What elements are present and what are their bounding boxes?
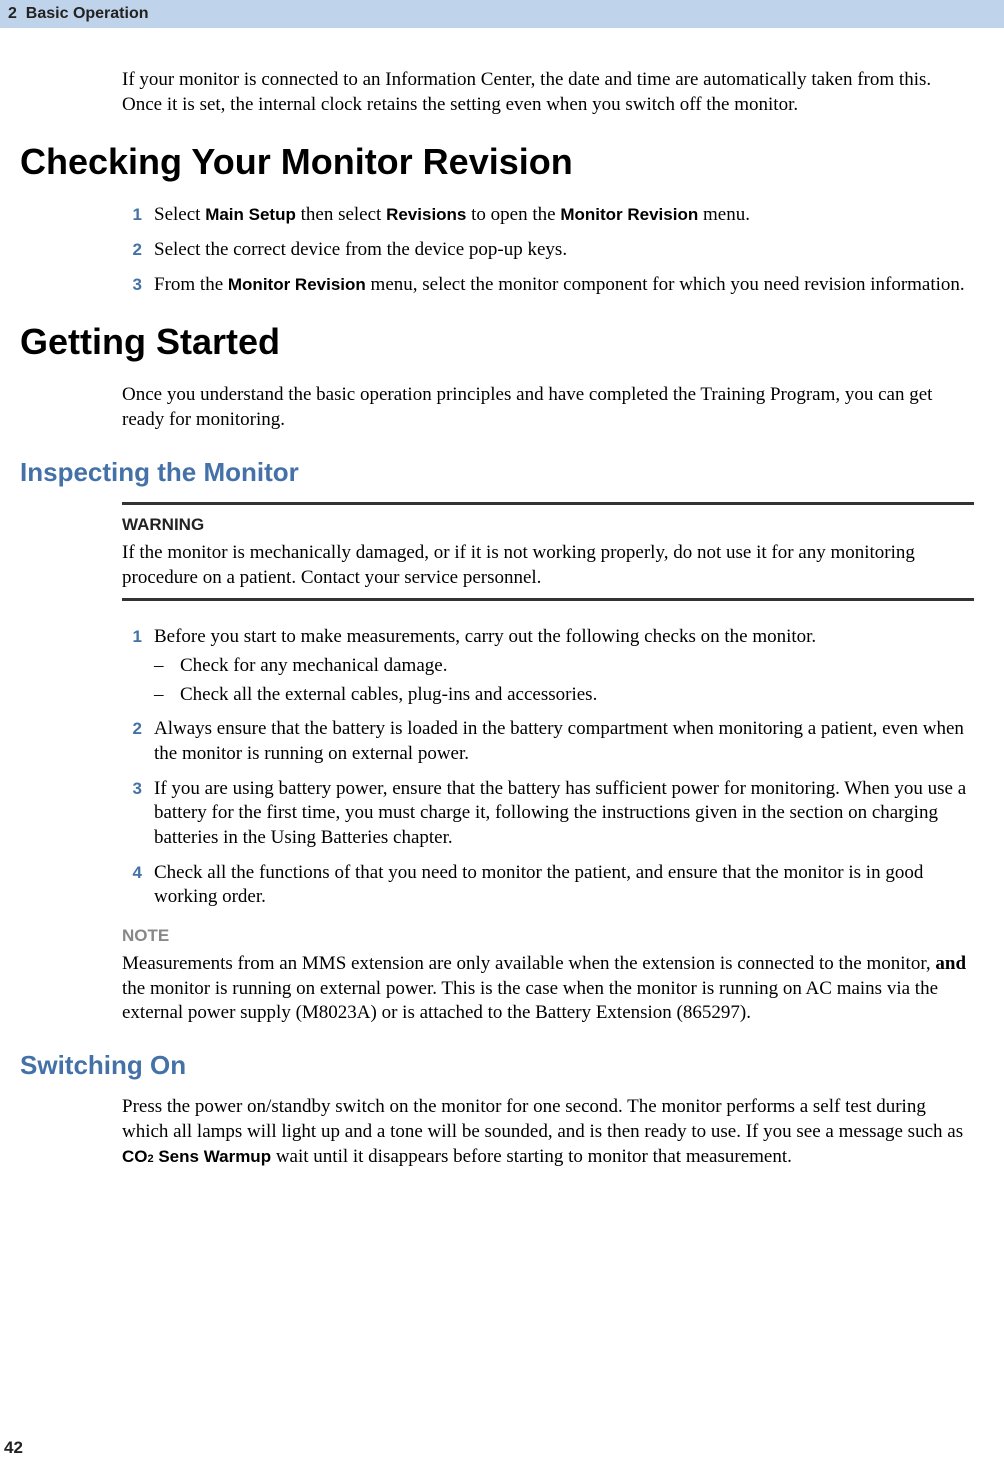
- list-number: 1: [122, 203, 154, 228]
- text-fragment: then select: [296, 204, 386, 225]
- text-fragment: wait until it disappears before starting…: [271, 1146, 792, 1167]
- list-item: 3 If you are using battery power, ensure…: [20, 777, 974, 851]
- text-fragment: Measurements from an MMS extension are o…: [122, 953, 935, 974]
- list-body: From the Monitor Revision menu, select t…: [154, 273, 974, 298]
- ui-label-revisions: Revisions: [386, 205, 466, 224]
- ui-label-co2: CO: [122, 1147, 148, 1166]
- sub-list-item: – Check for any mechanical damage.: [154, 654, 974, 679]
- page-number: 42: [4, 1438, 23, 1458]
- list-number: 3: [122, 273, 154, 298]
- ui-label-sens-warmup: Sens Warmup: [154, 1147, 271, 1166]
- subsection-heading-inspecting: Inspecting the Monitor: [20, 457, 984, 488]
- list-number: 2: [122, 717, 154, 766]
- note-label: NOTE: [122, 926, 984, 946]
- list-number: 2: [122, 238, 154, 263]
- chapter-number: 2: [8, 5, 17, 22]
- list-body: Before you start to make measurements, c…: [154, 625, 974, 650]
- section-heading-checking-revision: Checking Your Monitor Revision: [20, 141, 984, 183]
- getting-started-intro: Once you understand the basic operation …: [122, 383, 974, 432]
- text-fragment: Press the power on/standby switch on the…: [122, 1096, 963, 1142]
- text-fragment: menu, select the monitor component for w…: [366, 274, 965, 295]
- dash-bullet: –: [154, 654, 180, 679]
- list-body: Select the correct device from the devic…: [154, 238, 974, 263]
- subsection-heading-switching-on: Switching On: [20, 1050, 984, 1081]
- list-number: 4: [122, 861, 154, 910]
- intro-paragraph: If your monitor is connected to an Infor…: [122, 68, 974, 117]
- list-item: 1 Before you start to make measurements,…: [20, 625, 974, 650]
- text-fragment: From the: [154, 274, 228, 295]
- switching-on-text: Press the power on/standby switch on the…: [122, 1095, 974, 1169]
- sub-list-item: – Check all the external cables, plug-in…: [154, 683, 974, 708]
- sub-list-body: Check for any mechanical damage.: [180, 654, 974, 679]
- warning-rule-top: [122, 502, 974, 505]
- section-heading-getting-started: Getting Started: [20, 321, 984, 363]
- list-item: 2 Always ensure that the battery is load…: [20, 717, 974, 766]
- ui-label-main-setup: Main Setup: [205, 205, 296, 224]
- ui-label-monitor-revision: Monitor Revision: [560, 205, 698, 224]
- text-fragment: to open the: [466, 204, 560, 225]
- warning-rule-bottom: [122, 598, 974, 601]
- list-number: 1: [122, 625, 154, 650]
- list-body: Always ensure that the battery is loaded…: [154, 717, 974, 766]
- list-body: Check all the functions of that you need…: [154, 861, 974, 910]
- list-item: 3 From the Monitor Revision menu, select…: [20, 273, 974, 298]
- list-number: 3: [122, 777, 154, 851]
- chapter-header: 2 Basic Operation: [0, 0, 1004, 28]
- sub-list-body: Check all the external cables, plug-ins …: [180, 683, 974, 708]
- dash-bullet: –: [154, 683, 180, 708]
- chapter-title: Basic Operation: [26, 5, 149, 22]
- ui-label-monitor-revision: Monitor Revision: [228, 275, 366, 294]
- warning-label: WARNING: [122, 515, 984, 535]
- list-item: 2 Select the correct device from the dev…: [20, 238, 974, 263]
- text-fragment: menu.: [698, 204, 750, 225]
- list-item: 1 Select Main Setup then select Revision…: [20, 203, 974, 228]
- note-bold: and: [935, 953, 966, 974]
- list-body: Select Main Setup then select Revisions …: [154, 203, 974, 228]
- list-body: If you are using battery power, ensure t…: [154, 777, 974, 851]
- text-fragment: Select: [154, 204, 205, 225]
- text-fragment: the monitor is running on external power…: [122, 978, 938, 1024]
- note-text: Measurements from an MMS extension are o…: [122, 952, 974, 1026]
- warning-text: If the monitor is mechanically damaged, …: [122, 541, 974, 590]
- list-item: 4 Check all the functions of that you ne…: [20, 861, 974, 910]
